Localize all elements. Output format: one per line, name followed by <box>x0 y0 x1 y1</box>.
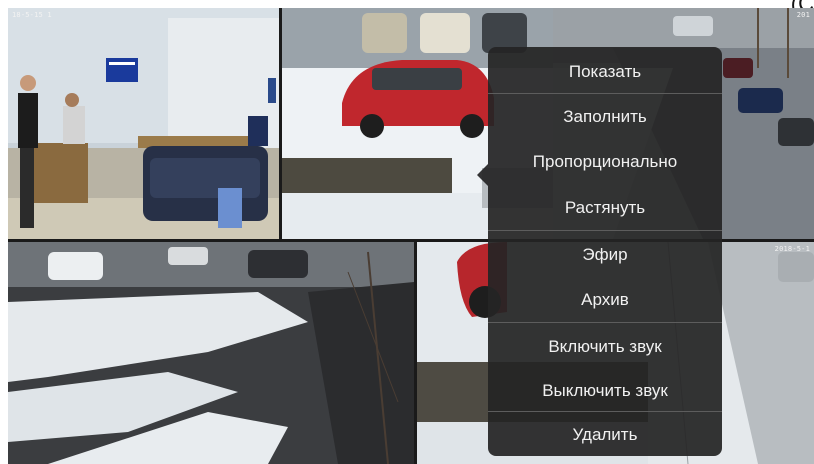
menu-divider <box>488 411 722 412</box>
context-menu-pointer <box>477 164 488 186</box>
menu-item-sound-off[interactable]: Выключить звук <box>488 369 722 413</box>
menu-item-fill[interactable]: Заполнить <box>488 95 722 139</box>
camera-feed-snowy-lot <box>8 242 414 464</box>
context-menu: Показать Заполнить Пропорционально Растя… <box>477 47 722 457</box>
menu-item-stretch[interactable]: Растянуть <box>488 186 722 230</box>
camera-feed-office <box>8 8 279 239</box>
menu-divider <box>488 93 722 94</box>
menu-divider <box>488 322 722 323</box>
camera-tile-office[interactable]: 18-5-15 1 <box>8 8 279 239</box>
camera-timestamp: 18-5-15 1 <box>12 11 52 19</box>
menu-item-archive[interactable]: Архив <box>488 278 722 322</box>
menu-divider <box>488 230 722 231</box>
menu-item-delete[interactable]: Удалить <box>488 413 722 457</box>
menu-item-live[interactable]: Эфир <box>488 233 722 277</box>
menu-item-show[interactable]: Показать <box>488 50 722 94</box>
camera-timestamp: 201 <box>796 11 810 19</box>
camera-tile-snowy-lot[interactable] <box>8 242 414 464</box>
menu-item-proportional[interactable]: Пропорционально <box>488 140 722 184</box>
menu-item-sound-on[interactable]: Включить звук <box>488 325 722 369</box>
camera-timestamp: 2018-5-1 <box>774 245 810 253</box>
